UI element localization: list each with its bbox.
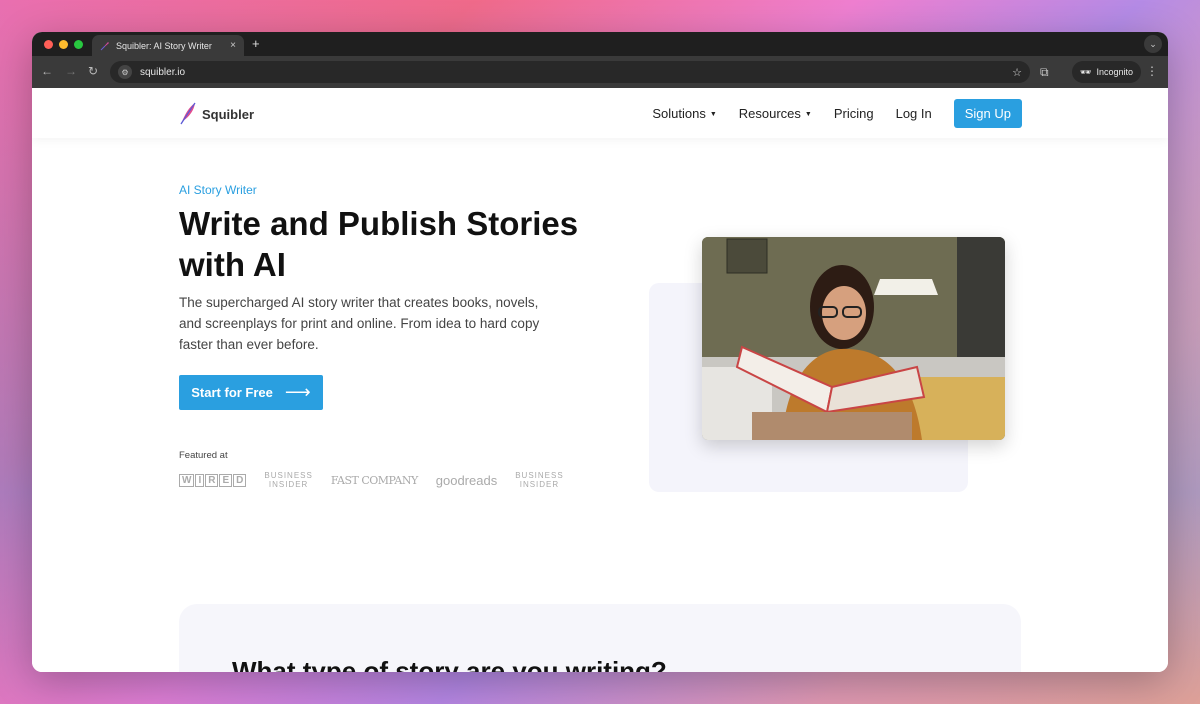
bookmark-star-icon[interactable]: ☆ [1012,66,1022,79]
wired-logo: WIRED [179,473,247,487]
press-logos: WIRED BUSINESS INSIDER FAST COMPANY good… [179,471,564,489]
close-window-button[interactable] [44,40,53,49]
reload-icon[interactable]: ↻ [88,64,98,78]
fast-company-logo: FAST COMPANY [330,473,418,487]
arrow-right-icon: ⟶ [284,382,311,402]
business-insider-logo: BUSINESS INSIDER [264,471,313,489]
tab-title: Squibler: AI Story Writer [116,40,212,51]
browser-toolbar: ← → ↻ ⚙ squibler.io ☆ ⧉ 🕶 Incognito ⋮ [32,56,1168,88]
quill-logo-icon [180,102,196,125]
address-bar[interactable]: ⚙ squibler.io ☆ [110,61,1030,83]
site-settings-icon[interactable]: ⚙ [118,65,132,79]
extensions-puzzle-icon[interactable]: ⧉ [1040,65,1049,80]
start-for-free-button[interactable]: Start for Free ⟶ [179,375,323,410]
hero-subhead: The supercharged AI story writer that cr… [179,295,540,352]
new-tab-button[interactable]: + [252,36,260,51]
forward-arrow-icon[interactable]: → [65,64,77,78]
nav-resources[interactable]: Resources ▼ [739,106,812,121]
browser-tab-active[interactable]: Squibler: AI Story Writer × [92,35,244,56]
hero-photo-woman-reading [702,237,1005,440]
nav-login[interactable]: Log In [896,106,932,121]
goodreads-logo: goodreads [435,472,498,488]
cta-label: Start for Free [191,385,273,400]
story-type-section: What type of story are you writing? [179,604,1021,672]
browser-window: Squibler: AI Story Writer × + ⌄ ← → ↻ ⚙ … [32,32,1168,672]
featured-label: Featured at [179,450,228,461]
signup-button[interactable]: Sign Up [953,99,1022,128]
tab-search-chevron-icon[interactable]: ⌄ [1144,35,1162,53]
site-header: Squibler Solutions ▼ Resources ▼ Pricing L… [32,88,1168,138]
hero-headline: Write and Publish Stories with AI [179,205,579,283]
incognito-indicator[interactable]: 🕶 Incognito [1072,61,1141,83]
squibler-logo[interactable]: Squibler [179,102,254,126]
browser-menu-kebab-icon[interactable]: ⋮ [1146,64,1158,78]
caret-down-icon: ▼ [709,111,717,119]
squibler-favicon-icon [100,41,109,50]
section-title: What type of story are you writing? [232,656,667,672]
nav-pricing[interactable]: Pricing [834,106,874,121]
nav-solutions[interactable]: Solutions ▼ [652,106,716,121]
caret-down-icon: ▼ [804,111,812,119]
minimize-window-button[interactable] [59,40,68,49]
logo-text: Squibler [202,106,255,122]
main-nav: Solutions ▼ Resources ▼ Pricing Log In Sig… [652,99,1022,128]
tab-close-icon[interactable]: × [230,40,236,51]
incognito-icon: 🕶 [1080,66,1092,77]
maximize-window-button[interactable] [74,40,83,49]
web-page: Squibler Solutions ▼ Resources ▼ Pricing L… [32,88,1168,672]
hero-eyebrow: AI Story Writer [179,183,257,197]
tab-strip: Squibler: AI Story Writer × + ⌄ [32,32,1168,56]
window-controls [44,40,83,49]
incognito-label: Incognito [1096,67,1133,77]
url-text[interactable]: squibler.io [140,67,1004,78]
business-insider-logo-2: BUSINESS INSIDER [515,471,564,489]
back-arrow-icon[interactable]: ← [41,64,53,78]
